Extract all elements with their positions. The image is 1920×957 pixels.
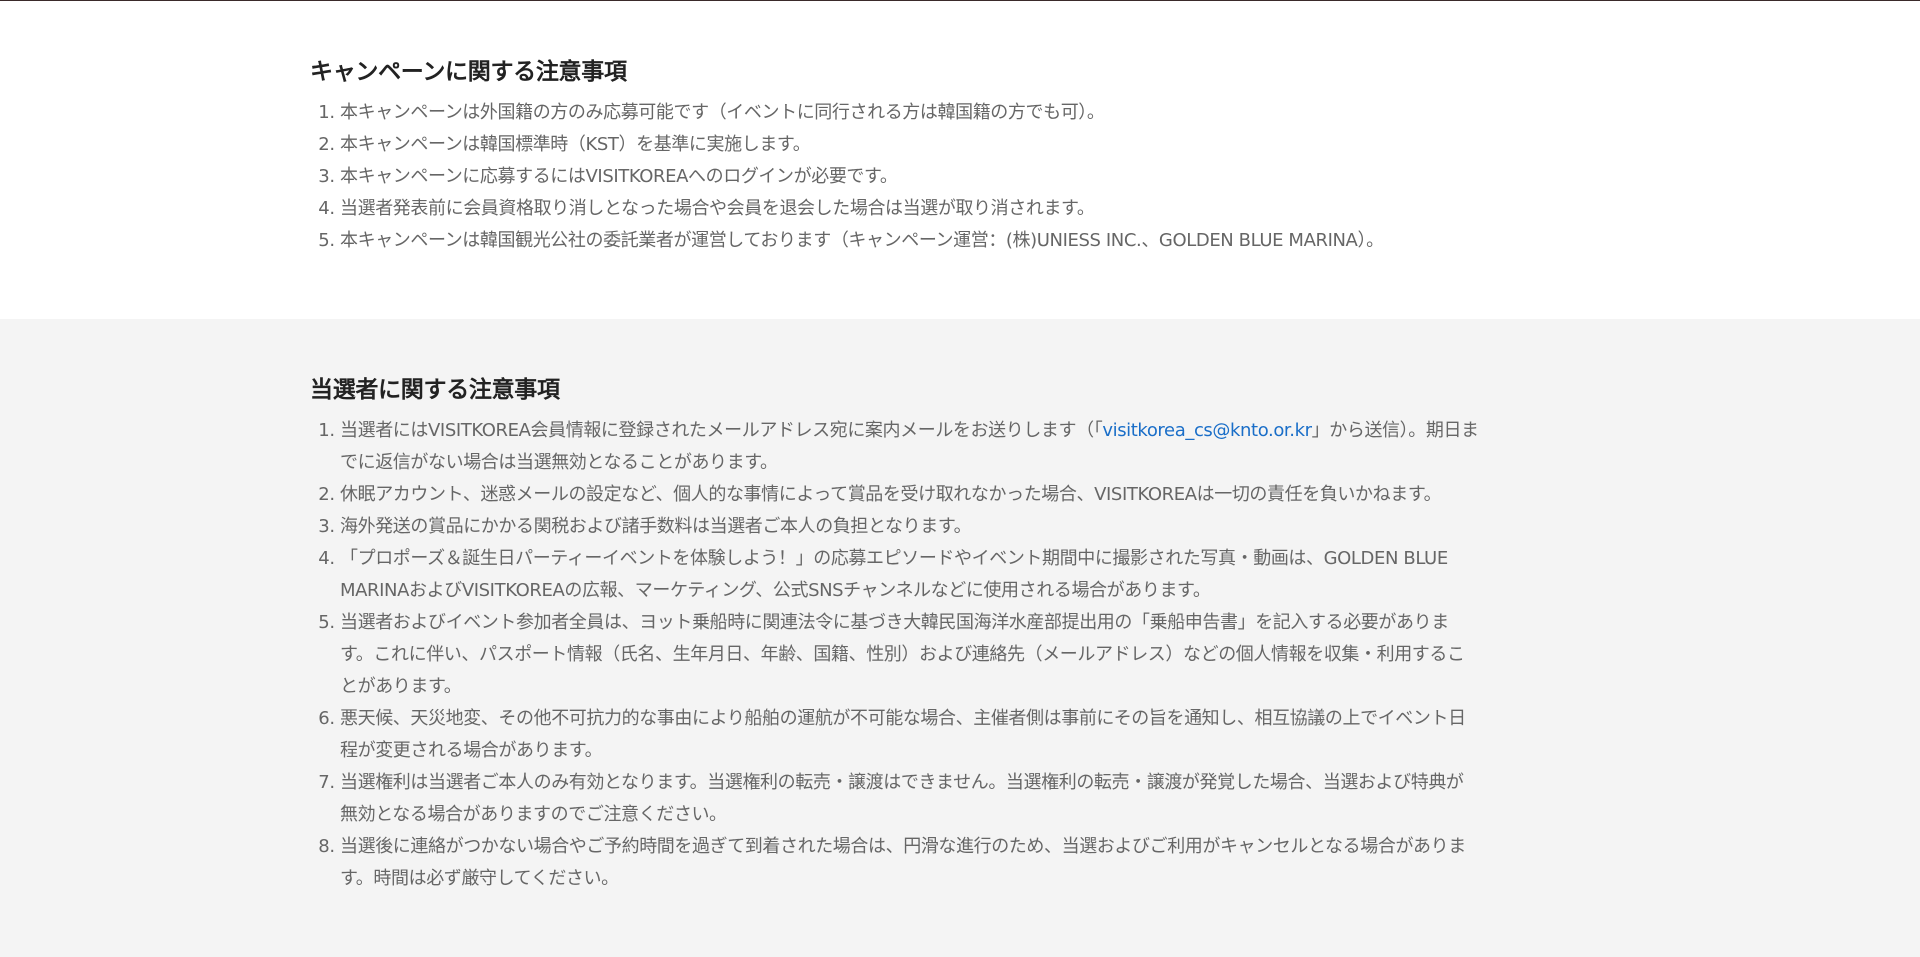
list-item: 当選者およびイベント参加者全員は、ヨット乗船時に関連法令に基づき大韓民国海洋水産… (340, 607, 1610, 703)
list-item: 本キャンペーンに応募するにはVISITKOREAへのログインが必要です。 (340, 161, 1610, 193)
winner-notes-title: 当選者に関する注意事項 (310, 377, 560, 403)
list-item-line: 無効となる場合がありますのでご注意ください。 (340, 804, 727, 825)
list-item: 本キャンペーンは韓国標準時（KST）を基準に実施します。 (340, 129, 1610, 161)
winner-notes-container: 当選者に関する注意事項 当選者にはVISITKOREA会員情報に登録されたメール… (310, 375, 1610, 895)
winner-notes-section: 当選者に関する注意事項 当選者にはVISITKOREA会員情報に登録されたメール… (0, 319, 1920, 957)
list-item-line: でに返信がない場合は当選無効となることがあります。 (340, 452, 778, 473)
list-item: 「プロポーズ＆誕生日パーティーイベントを体験しよう！」の応募エピソードやイベント… (340, 543, 1610, 607)
list-item: 本キャンペーンは外国籍の方のみ応募可能です（イベントに同行される方は韓国籍の方で… (340, 97, 1610, 129)
winner-notes-list: 当選者にはVISITKOREA会員情報に登録されたメールアドレス宛に案内メールを… (310, 415, 1610, 895)
list-item-line: 悪天候、天災地変、その他不可抗力的な事由により船舶の運航が不可能な場合、主催者側… (340, 708, 1466, 729)
list-item: 本キャンペーンは韓国観光公社の委託業者が運営しております（キャンペーン運営：(株… (340, 225, 1610, 257)
list-item-line: 「プロポーズ＆誕生日パーティーイベントを体験しよう！」の応募エピソードやイベント… (340, 548, 1448, 569)
campaign-notes-section: キャンペーンに関する注意事項 本キャンペーンは外国籍の方のみ応募可能です（イベン… (0, 1, 1920, 319)
list-item-line: 当選後に連絡がつかない場合やご予約時間を過ぎて到着された場合は、円滑な進行のため… (340, 836, 1466, 857)
list-item-text: 」から送信）。期日ま (1311, 420, 1479, 441)
list-item: 当選後に連絡がつかない場合やご予約時間を過ぎて到着された場合は、円滑な進行のため… (340, 831, 1610, 895)
campaign-notes-container: キャンペーンに関する注意事項 本キャンペーンは外国籍の方のみ応募可能です（イベン… (310, 57, 1610, 257)
campaign-notes-list: 本キャンペーンは外国籍の方のみ応募可能です（イベントに同行される方は韓国籍の方で… (310, 97, 1610, 257)
list-item-line: す。これに伴い、パスポート情報（氏名、生年月日、年齢、国籍、性別）および連絡先（… (340, 644, 1465, 665)
list-item: 海外発送の賞品にかかる関税および諸手数料は当選者ご本人の負担となります。 (340, 511, 1610, 543)
support-email-link[interactable]: visitkorea_cs@knto.or.kr (1102, 420, 1312, 441)
list-item: 休眠アカウント、迷惑メールの設定など、個人的な事情によって賞品を受け取れなかった… (340, 479, 1610, 511)
list-item-line: MARINAおよびVISITKOREAの広報、マーケティング、公式SNSチャンネ… (340, 580, 1211, 601)
list-item: 当選者にはVISITKOREA会員情報に登録されたメールアドレス宛に案内メールを… (340, 415, 1610, 479)
campaign-notes-title: キャンペーンに関する注意事項 (310, 59, 627, 85)
list-item-text: 当選者にはVISITKOREA会員情報に登録されたメールアドレス宛に案内メールを… (340, 420, 1103, 441)
list-item-line: 当選権利は当選者ご本人のみ有効となります。当選権利の転売・譲渡はできません。当選… (340, 772, 1464, 793)
list-item-line: とがあります。 (340, 676, 462, 697)
list-item-line: 程が変更される場合があります。 (340, 740, 603, 761)
list-item: 当選者発表前に会員資格取り消しとなった場合や会員を退会した場合は当選が取り消され… (340, 193, 1610, 225)
list-item-line: 当選者にはVISITKOREA会員情報に登録されたメールアドレス宛に案内メールを… (340, 415, 1610, 447)
list-item-line: 当選者およびイベント参加者全員は、ヨット乗船時に関連法令に基づき大韓民国海洋水産… (340, 612, 1449, 633)
list-item-line: す。時間は必ず厳守してください。 (340, 868, 619, 889)
list-item: 当選権利は当選者ご本人のみ有効となります。当選権利の転売・譲渡はできません。当選… (340, 767, 1610, 831)
list-item: 悪天候、天災地変、その他不可抗力的な事由により船舶の運航が不可能な場合、主催者側… (340, 703, 1610, 767)
